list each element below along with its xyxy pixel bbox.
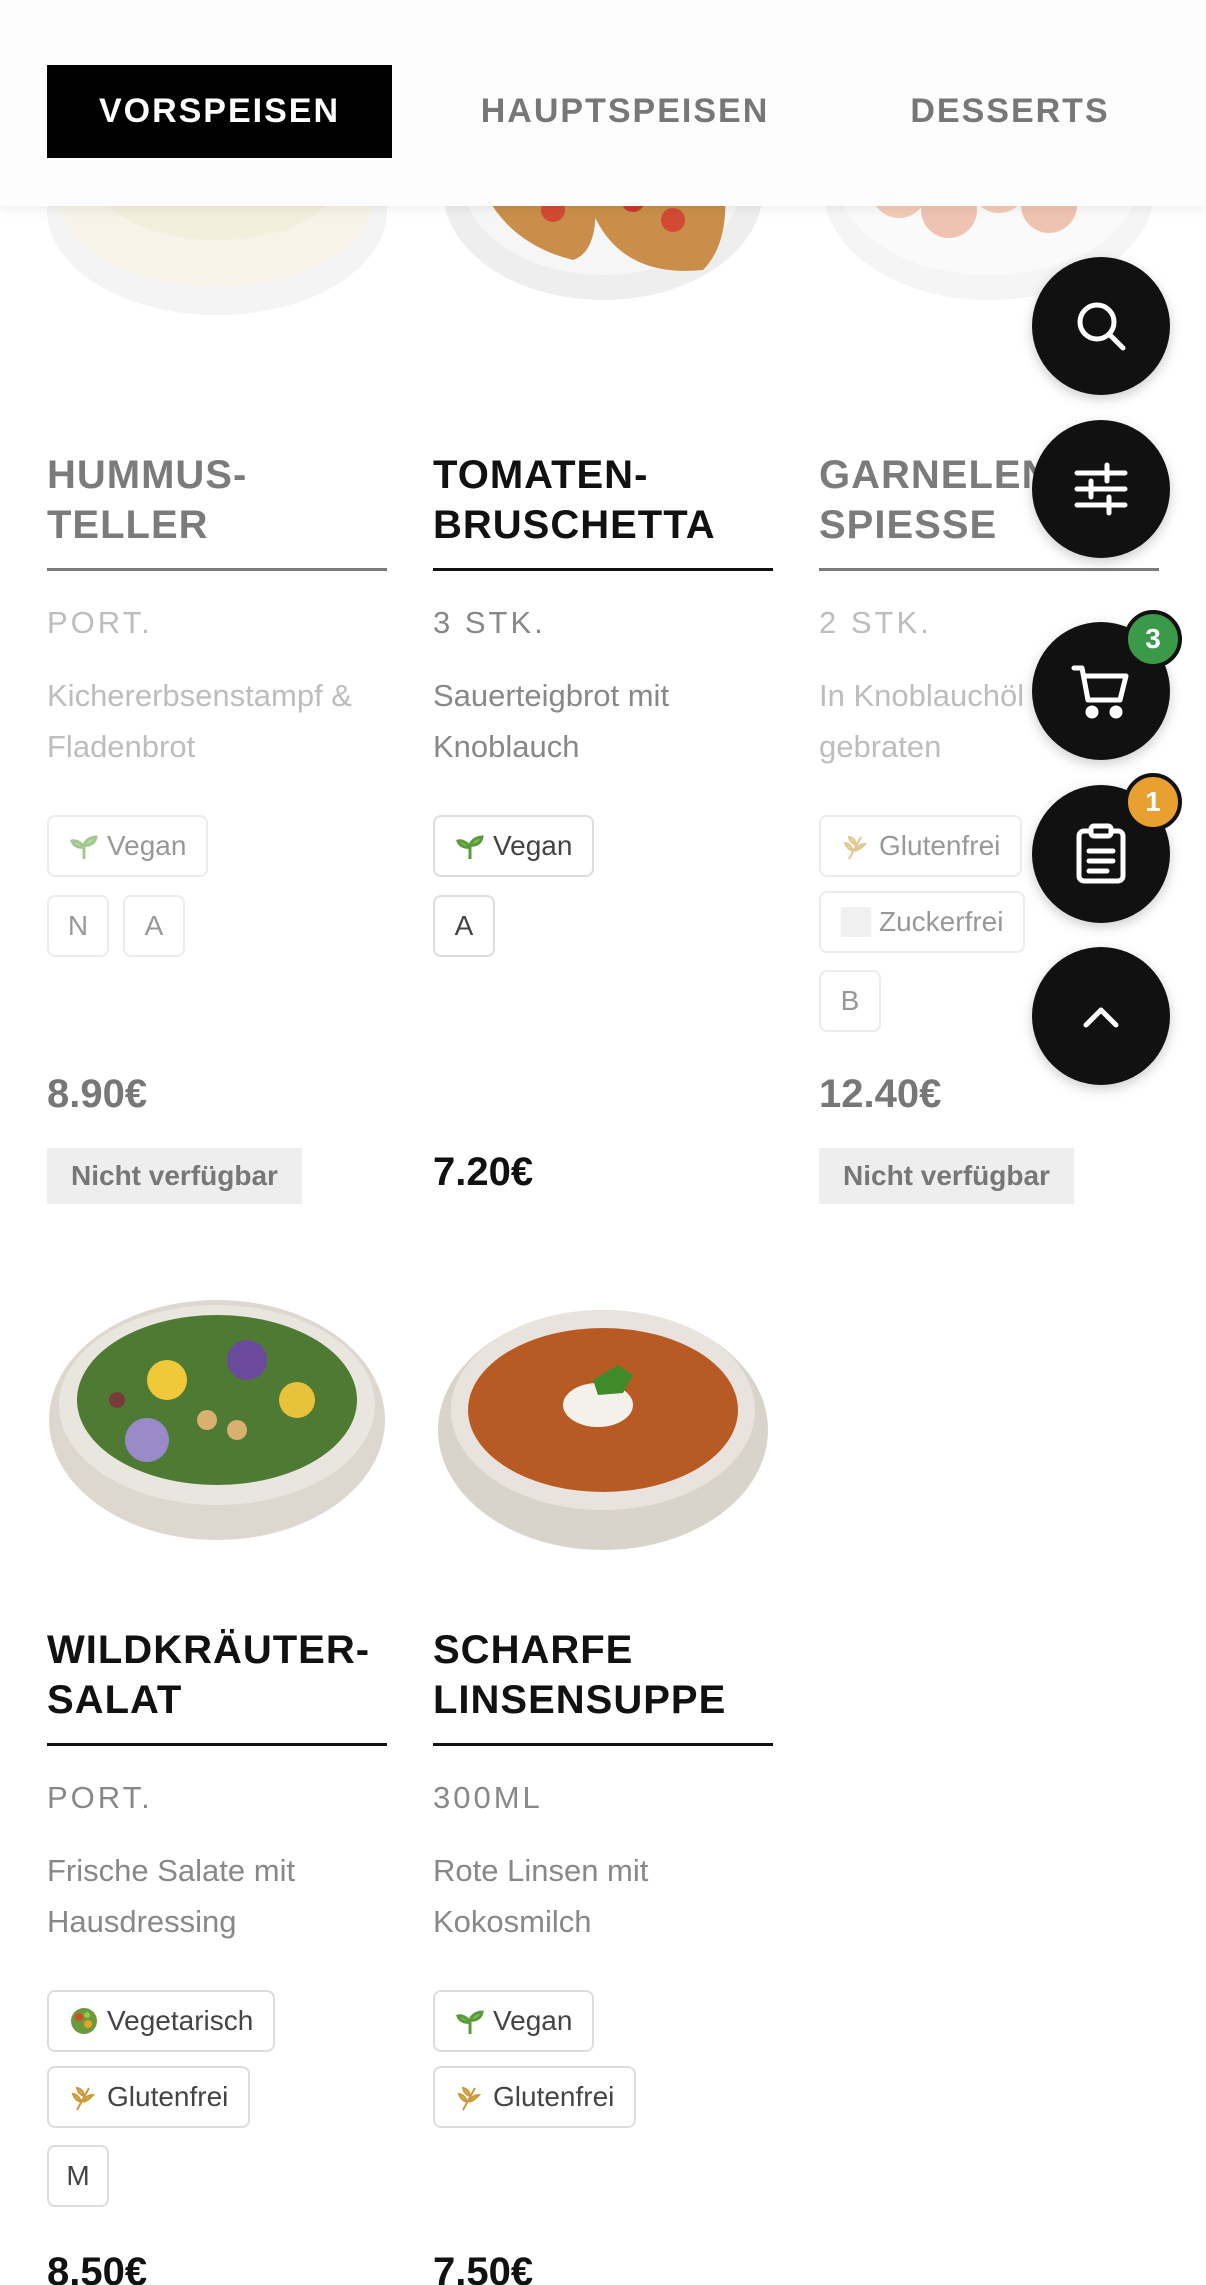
sprout-icon [456,2010,484,2034]
allergen-code: N [47,895,109,957]
item-portion: 300ML [433,1780,543,1815]
scroll-top-button[interactable] [1032,947,1170,1085]
item-title: SCHARFE LINSENSUPPE [433,1625,773,1746]
sugar-cube-icon [841,907,871,937]
sprout-icon [70,835,98,859]
search-button[interactable] [1032,257,1170,395]
wheat-icon [843,835,868,860]
tag-vegan: Vegan [433,815,595,877]
allergen-codes: B [819,970,881,1032]
item-price: 8.50€ [47,2250,148,2285]
diet-tags: Vegan Glutenfrei [433,1990,773,2128]
allergen-code: A [123,895,185,957]
cart-button[interactable]: 3 [1032,610,1182,760]
allergen-codes: M [47,2145,109,2207]
tag-zuckerfrei: Zuckerfrei [819,891,1026,953]
diet-tags: Vegan [47,815,387,877]
item-portion: 2 STK. [819,605,932,640]
item-portion: PORT. [47,605,153,640]
item-title: TOMATEN- BRUSCHETTA [433,450,773,571]
clipboard-icon [1076,823,1126,884]
item-description: Kichererbsenstampf & Fladenbrot [47,678,352,764]
tag-glutenfrei: Glutenfrei [819,815,1023,877]
tag-vegetarisch: Vegetarisch [47,1990,276,2052]
item-description: Sauerteigbrot mit Knoblauch [433,678,670,764]
item-title: WILDKRÄUTER- SALAT [47,1625,387,1746]
orders-button[interactable]: 1 [1032,773,1182,923]
tag-vegan: Vegan [47,815,209,877]
allergen-codes: N A [47,895,185,957]
sliders-icon [1074,462,1128,516]
unavailable-badge: Nicht verfügbar [819,1148,1074,1204]
filter-button[interactable] [1032,420,1170,558]
cart-count-badge: 3 [1124,610,1182,668]
item-price: 7.50€ [433,2250,534,2285]
cart-icon [1071,665,1129,719]
tag-glutenfrei: Glutenfrei [433,2066,637,2128]
item-description: Frische Salate mit Hausdressing [47,1853,296,1939]
wheat-icon [457,2086,482,2111]
item-portion: PORT. [47,1780,153,1815]
tab-hauptspeisen[interactable]: HAUPTSPEISEN [440,65,810,158]
item-price: 8.90€ [47,1072,148,1116]
allergen-code: B [819,970,881,1032]
diet-tags: Vegan [433,815,773,877]
unavailable-badge: Nicht verfügbar [47,1148,302,1204]
allergen-code: A [433,895,495,957]
chevron-up-icon [1083,1007,1119,1028]
item-price: 7.20€ [433,1150,534,1194]
wheat-icon [71,2086,96,2111]
orders-count-badge: 1 [1124,773,1182,831]
dish-image [433,1270,773,1570]
tag-glutenfrei: Glutenfrei [47,2066,251,2128]
item-price: 12.40€ [819,1072,942,1116]
item-description: Rote Linsen mit Kokosmilch [433,1853,649,1939]
sprout-icon [456,835,484,859]
item-portion: 3 STK. [433,605,546,640]
tab-vorspeisen[interactable]: VORSPEISEN [47,65,392,158]
allergen-code: M [47,2145,109,2207]
dish-image [47,1270,387,1570]
search-icon [1077,302,1126,351]
item-title: HUMMUS- TELLER [47,450,387,571]
vegetables-icon [71,2008,97,2034]
tab-desserts[interactable]: DESSERTS [860,65,1160,158]
category-tabbar: VORSPEISEN HAUPTSPEISEN DESSERTS [0,0,1206,206]
diet-tags: Vegetarisch Glutenfrei [47,1990,387,2128]
tag-vegan: Vegan [433,1990,595,2052]
allergen-codes: A [433,895,495,957]
